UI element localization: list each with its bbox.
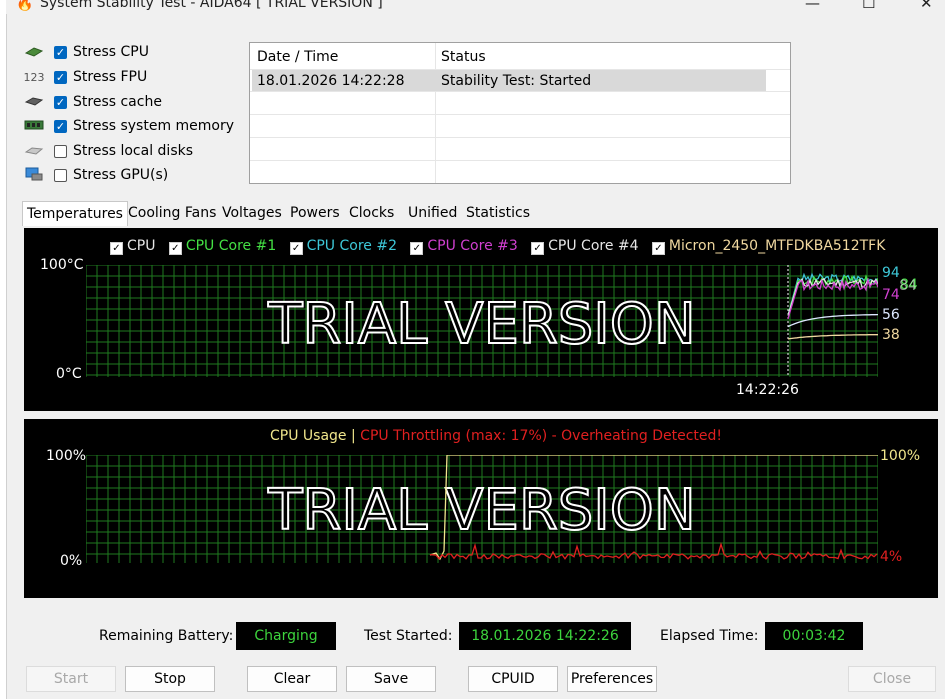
- background-window-edge: [0, 0, 7, 699]
- start-button[interactable]: Start: [26, 666, 116, 692]
- readout-core4: 56: [882, 307, 900, 323]
- usage-y-min-label: 0%: [60, 553, 83, 569]
- legend-checkbox[interactable]: ✓: [168, 242, 182, 255]
- usage-graph-title: CPU Usage | CPU Throttling (max: 17%) - …: [270, 428, 722, 444]
- legend-checkbox[interactable]: ✓: [410, 242, 424, 255]
- readout-cpu: 84: [899, 278, 917, 294]
- stress-cache-checkbox[interactable]: ✓: [54, 95, 67, 109]
- title-separator: |: [351, 428, 356, 444]
- legend-item-core2[interactable]: ✓ CPU Core #2: [289, 238, 397, 255]
- cache-chip-icon: [22, 95, 46, 110]
- stress-cpu-checkbox[interactable]: ✓: [54, 45, 67, 59]
- readout-usage: 100%: [880, 448, 921, 464]
- temperature-legend: ✓ CPU ✓ CPU Core #1 ✓ CPU Core #2 ✓ CPU Core…: [110, 238, 885, 255]
- tab-clocks[interactable]: Clocks: [345, 201, 398, 225]
- tab-powers[interactable]: Powers: [286, 201, 344, 225]
- preferences-button[interactable]: Preferences: [567, 666, 657, 692]
- row-divider: [250, 114, 790, 115]
- stop-button[interactable]: Stop: [125, 666, 215, 692]
- stress-cache-label: Stress cache: [73, 94, 162, 110]
- legend-checkbox[interactable]: ✓: [110, 242, 123, 255]
- legend-checkbox[interactable]: ✓: [289, 242, 303, 255]
- tab-cooling-fans[interactable]: Cooling Fans: [124, 201, 220, 225]
- stress-memory-label: Stress system memory: [73, 118, 235, 134]
- usage-plot: TRIAL VERSION: [86, 455, 878, 563]
- legend-item-core3[interactable]: ✓ CPU Core #3: [410, 238, 518, 255]
- close-window-button[interactable]: ✕: [920, 0, 933, 12]
- test-started-label: Test Started:: [364, 628, 453, 644]
- temp-time-label: 14:22:26: [736, 382, 799, 398]
- cpu-chip-icon: [22, 45, 46, 60]
- status-log-table[interactable]: Date / Time Status 18.01.2026 14:22:28 S…: [249, 42, 791, 184]
- legend-item-ssd[interactable]: ✓ Micron_2450_MTFDKBA512TFK: [651, 238, 885, 255]
- app-flame-icon: 🔥: [16, 0, 34, 12]
- stress-fpu-checkbox[interactable]: ✓: [54, 70, 67, 84]
- legend-item-core4[interactable]: ✓ CPU Core #4: [531, 238, 639, 255]
- stress-disks-option[interactable]: Stress local disks: [22, 140, 193, 162]
- battery-value: Charging: [236, 622, 336, 650]
- trial-watermark: TRIAL VERSION: [267, 478, 696, 543]
- column-header-datetime[interactable]: Date / Time: [257, 43, 338, 69]
- stress-cpu-option[interactable]: ✓ Stress CPU: [22, 41, 149, 63]
- disk-drive-icon: [22, 144, 46, 159]
- legend-item-core1[interactable]: ✓ CPU Core #1: [168, 238, 276, 255]
- temp-y-min-label: 0°C: [56, 366, 82, 382]
- stress-memory-checkbox[interactable]: ✓: [54, 119, 67, 133]
- cpuid-button[interactable]: CPUID: [468, 666, 558, 692]
- column-header-status[interactable]: Status: [441, 43, 486, 69]
- clear-button[interactable]: Clear: [247, 666, 337, 692]
- throttle-title: CPU Throttling (max: 17%) - Overheating …: [360, 428, 723, 444]
- window-title: System Stability Test - AIDA64 [ TRIAL V…: [40, 0, 383, 11]
- stress-disks-checkbox[interactable]: [54, 144, 67, 158]
- elapsed-label: Elapsed Time:: [660, 628, 759, 644]
- legend-checkbox[interactable]: ✓: [651, 242, 665, 255]
- row-divider: [250, 137, 790, 138]
- maximize-button[interactable]: ☐: [862, 0, 875, 12]
- stress-fpu-option[interactable]: 123 ✓ Stress FPU: [22, 66, 148, 88]
- minimize-button[interactable]: —: [805, 0, 820, 12]
- battery-label: Remaining Battery:: [99, 628, 234, 644]
- usage-title: CPU Usage: [270, 428, 347, 444]
- temp-y-max-label: 100°C: [40, 257, 84, 273]
- legend-item-cpu[interactable]: ✓ CPU: [110, 238, 155, 255]
- stress-gpu-label: Stress GPU(s): [73, 167, 169, 183]
- stress-cpu-label: Stress CPU: [73, 44, 149, 60]
- stress-gpu-option[interactable]: Stress GPU(s): [22, 164, 168, 186]
- stress-disks-label: Stress local disks: [73, 143, 194, 159]
- readout-core2: 94: [882, 265, 900, 281]
- row-divider: [250, 160, 790, 161]
- stress-gpu-checkbox[interactable]: [54, 168, 67, 182]
- gpu-card-icon: [22, 166, 46, 185]
- tab-unified[interactable]: Unified: [404, 201, 461, 225]
- tab-temperatures[interactable]: Temperatures: [22, 201, 128, 226]
- readout-throttle: 4%: [880, 549, 903, 565]
- temperature-plot: TRIAL VERSION: [86, 265, 878, 377]
- tab-statistics[interactable]: Statistics: [462, 201, 534, 225]
- memory-module-icon: [22, 119, 46, 134]
- fpu-123-icon: 123: [23, 70, 45, 84]
- series-line-cpu-throttling: [429, 542, 878, 560]
- close-button[interactable]: Close: [848, 666, 936, 692]
- row-datetime: 18.01.2026 14:22:28: [257, 73, 405, 89]
- legend-checkbox[interactable]: ✓: [531, 242, 545, 255]
- row-divider: [250, 91, 790, 92]
- stress-memory-option[interactable]: ✓ Stress system memory: [22, 115, 234, 137]
- elapsed-value: 00:03:42: [765, 622, 863, 650]
- test-started-value: 18.01.2026 14:22:26: [459, 622, 631, 650]
- readout-core3: 74: [882, 287, 900, 303]
- usage-y-max-label: 100%: [46, 448, 87, 464]
- row-status: Stability Test: Started: [441, 73, 592, 89]
- stress-cache-option[interactable]: ✓ Stress cache: [22, 91, 162, 113]
- stress-fpu-label: Stress FPU: [73, 69, 148, 85]
- readout-ssd: 38: [882, 327, 900, 343]
- tab-voltages[interactable]: Voltages: [218, 201, 286, 225]
- trial-watermark: TRIAL VERSION: [267, 292, 696, 357]
- save-button[interactable]: Save: [346, 666, 436, 692]
- column-divider: [435, 43, 436, 183]
